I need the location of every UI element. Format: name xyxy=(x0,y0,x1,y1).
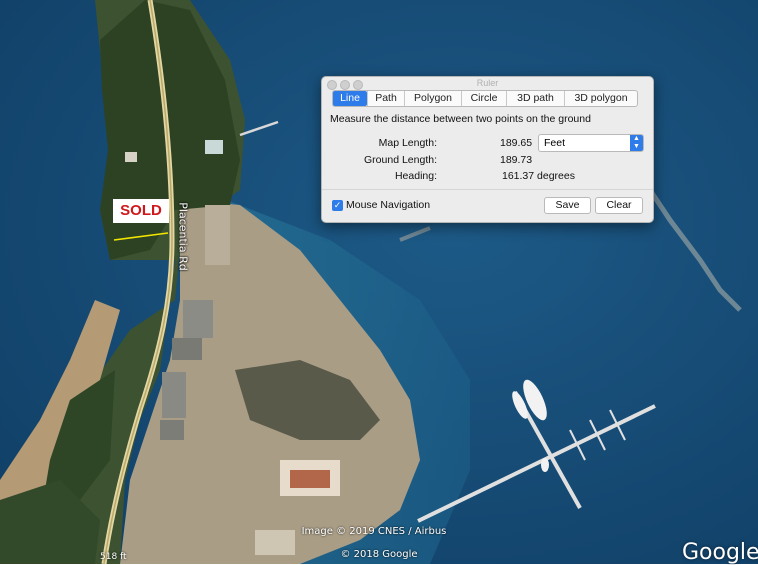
tab-circle[interactable]: Circle xyxy=(461,91,506,106)
building xyxy=(205,140,223,154)
scale-label: 518 ft xyxy=(100,552,127,562)
chevron-updown-icon: ▲ ▼ xyxy=(630,135,643,151)
building xyxy=(172,338,202,360)
map-length-value: 189.65 xyxy=(500,137,533,149)
unit-select[interactable]: Feet ▲ ▼ xyxy=(538,134,644,152)
building xyxy=(160,420,184,440)
ruler-description: Measure the distance between two points … xyxy=(330,113,591,125)
mouse-navigation-label[interactable]: Mouse Navigation xyxy=(346,199,430,211)
heading-label: Heading: xyxy=(394,170,437,182)
sold-label: SOLD xyxy=(113,199,169,223)
building xyxy=(162,372,186,418)
ruler-title: Ruler xyxy=(476,78,499,88)
tab-3d-polygon[interactable]: 3D polygon xyxy=(564,91,637,106)
dialog-divider xyxy=(322,189,653,190)
ruler-dialog: Ruler Line Path Polygon Circle 3D path 3… xyxy=(321,76,654,223)
ruler-tabs: Line Path Polygon Circle 3D path 3D poly… xyxy=(332,90,638,107)
ruler-titlebar[interactable]: Ruler xyxy=(322,77,653,90)
mouse-navigation-checkbox[interactable]: ✓ xyxy=(332,200,343,211)
unit-select-value: Feet xyxy=(544,137,566,149)
tab-3d-path[interactable]: 3D path xyxy=(506,91,564,106)
ground-length-label: Ground Length: xyxy=(364,154,437,166)
clear-button[interactable]: Clear xyxy=(595,197,643,214)
boat xyxy=(541,458,549,472)
building-hotel-roof xyxy=(290,470,330,488)
tab-path[interactable]: Path xyxy=(367,91,404,106)
building xyxy=(205,205,230,265)
building xyxy=(125,152,137,162)
save-button[interactable]: Save xyxy=(544,197,591,214)
imagery-credit: Image © 2019 CNES / Airbus xyxy=(301,526,447,537)
map-length-label: Map Length: xyxy=(378,137,437,149)
google-logo: Google xyxy=(682,540,758,565)
tab-polygon[interactable]: Polygon xyxy=(404,91,461,106)
ground-length-value: 189.73 xyxy=(500,154,533,166)
heading-value: 161.37 degrees xyxy=(502,170,575,182)
building xyxy=(183,300,213,338)
road-label: Placentia Rd xyxy=(176,202,190,271)
tab-line[interactable]: Line xyxy=(333,91,367,106)
